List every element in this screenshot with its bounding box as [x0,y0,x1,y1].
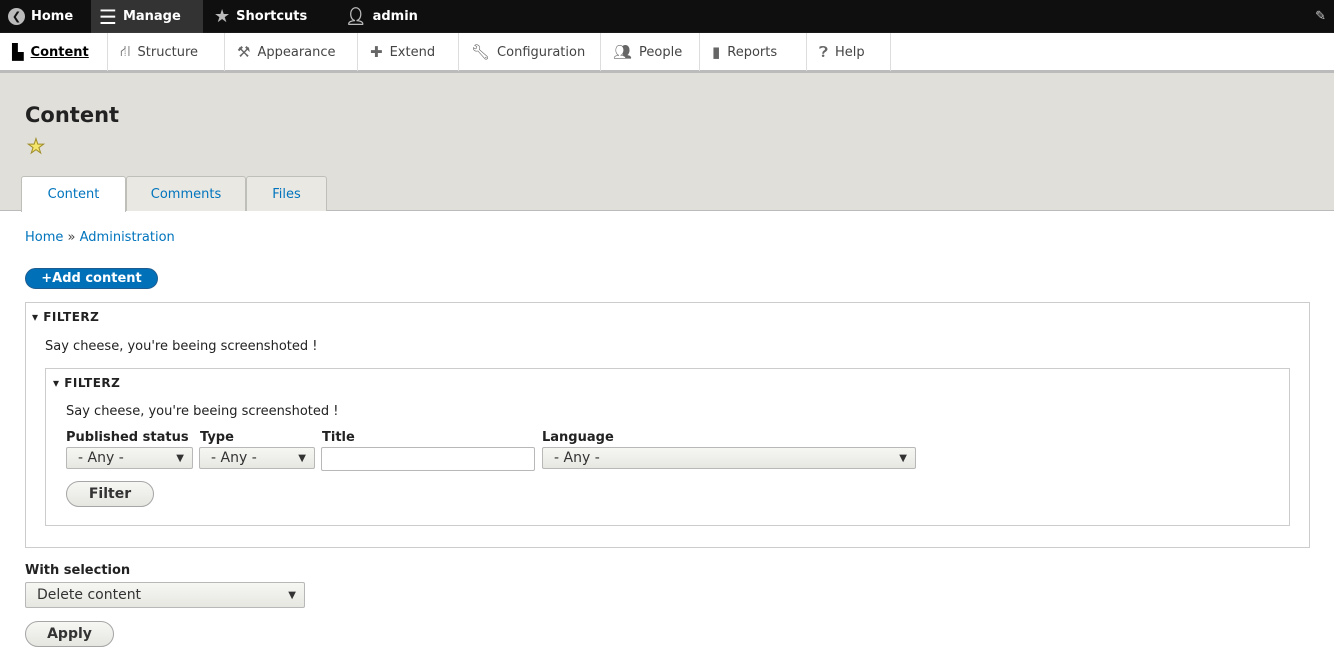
language-label: Language [542,430,614,445]
toolbar-manage[interactable]: ☰ Manage [91,0,203,33]
outer-filter-description: Say cheese, you're beeing screenshoted ! [45,339,318,354]
tray-item-appearance[interactable]: ⚒ Appearance [225,33,358,71]
status-value: - Any - [78,450,124,466]
dropdown-arrow-icon: ▼ [288,589,296,601]
inner-filter-description: Say cheese, you're beeing screenshoted ! [66,404,339,419]
tray-item-configuration[interactable]: 🔧︎ Configuration [459,33,601,71]
inner-filter-legend: FILTERZ [64,376,121,390]
toolbar-user-label: admin [372,9,418,24]
structure-icon: ⛙ [120,42,131,60]
breadcrumb-administration[interactable]: Administration [80,230,175,245]
toolbar-home[interactable]: ❮ Home [0,0,81,33]
status-label: Published status [66,430,189,445]
toolbar-user[interactable]: 👤︎ admin [337,0,426,33]
admin-toolbar: ❮ Home ☰ Manage ★ Shortcuts 👤︎ admin ✎ [0,0,1334,33]
tray-item-structure[interactable]: ⛙ Structure [108,33,225,71]
tray-item-extend[interactable]: ✚ Extend [358,33,459,71]
tray-item-content[interactable]: ▙ Content [0,33,108,71]
user-icon: 👤︎ [345,6,367,27]
language-value: - Any - [554,450,600,466]
tab-comments[interactable]: Comments [126,176,246,211]
toolbar-shortcuts[interactable]: ★ Shortcuts [206,0,315,33]
document-icon: ▙ [12,43,24,61]
triangle-down-icon: ▾ [32,310,44,324]
toolbar-manage-label: Manage [122,9,181,24]
toolbar-home-label: Home [31,9,74,24]
tray-label: Reports [727,44,778,60]
tab-files[interactable]: Files [246,176,327,211]
type-select[interactable]: - Any - ▼ [199,447,315,469]
puzzle-icon: ✚ [370,43,383,61]
bulk-action-select[interactable]: Delete content ▼ [25,582,305,608]
apply-button[interactable]: Apply [25,621,114,647]
page-title: Content [25,103,120,127]
pencil-icon: ✎ [1315,9,1326,24]
dropdown-arrow-icon: ▼ [899,452,907,464]
tray-item-reports[interactable]: ▮ Reports [700,33,807,71]
type-label: Type [200,430,234,445]
tray-label: Appearance [257,44,336,60]
star-icon: ★ [214,6,231,27]
title-input[interactable] [321,447,535,471]
inner-filter-toggle[interactable]: ▾ FILTERZ [53,376,120,390]
filter-button[interactable]: Filter [66,481,154,507]
menu-icon: ☰ [99,4,117,29]
title-label: Title [322,430,355,445]
people-icon: 👥︎ [613,43,633,61]
bar-chart-icon: ▮ [712,43,721,61]
edit-toggle[interactable]: ✎ [1307,0,1334,33]
tray-item-help[interactable]: ❓︎ Help [807,33,891,71]
dropdown-arrow-icon: ▼ [298,452,306,464]
wrench-icon: 🔧︎ [471,43,491,61]
bulk-action-value: Delete content [37,587,142,603]
breadcrumb-separator: » [67,230,76,245]
help-icon: ❓︎ [819,43,829,61]
status-select[interactable]: - Any - ▼ [66,447,193,469]
outer-filter-legend: FILTERZ [43,310,100,324]
tray-label: Configuration [497,44,586,60]
shortcut-star-icon[interactable]: ★ [27,134,46,159]
breadcrumb: Home » Administration [25,230,175,245]
back-icon: ❮ [8,8,25,25]
tray-label: Extend [389,44,436,60]
triangle-down-icon: ▾ [53,376,65,390]
with-selection-label: With selection [25,563,131,578]
toolbar-shortcuts-label: Shortcuts [236,9,308,24]
tab-content[interactable]: Content [21,176,126,212]
tray-label: People [639,44,683,60]
outer-filter-toggle[interactable]: ▾ FILTERZ [32,310,99,324]
breadcrumb-home[interactable]: Home [25,230,63,245]
paintbrush-icon: ⚒ [237,43,251,61]
type-value: - Any - [211,450,257,466]
tray-label: Structure [137,44,199,60]
toolbar-tray: ▙ Content ⛙ Structure ⚒ Appearance ✚ Extend … [0,33,1334,73]
tray-label: Help [835,44,865,60]
dropdown-arrow-icon: ▼ [176,452,184,464]
language-select[interactable]: - Any - ▼ [542,447,916,469]
add-content-button[interactable]: +Add content [25,268,158,289]
tray-item-people[interactable]: 👥︎ People [601,33,700,71]
tray-label: Content [30,44,89,60]
